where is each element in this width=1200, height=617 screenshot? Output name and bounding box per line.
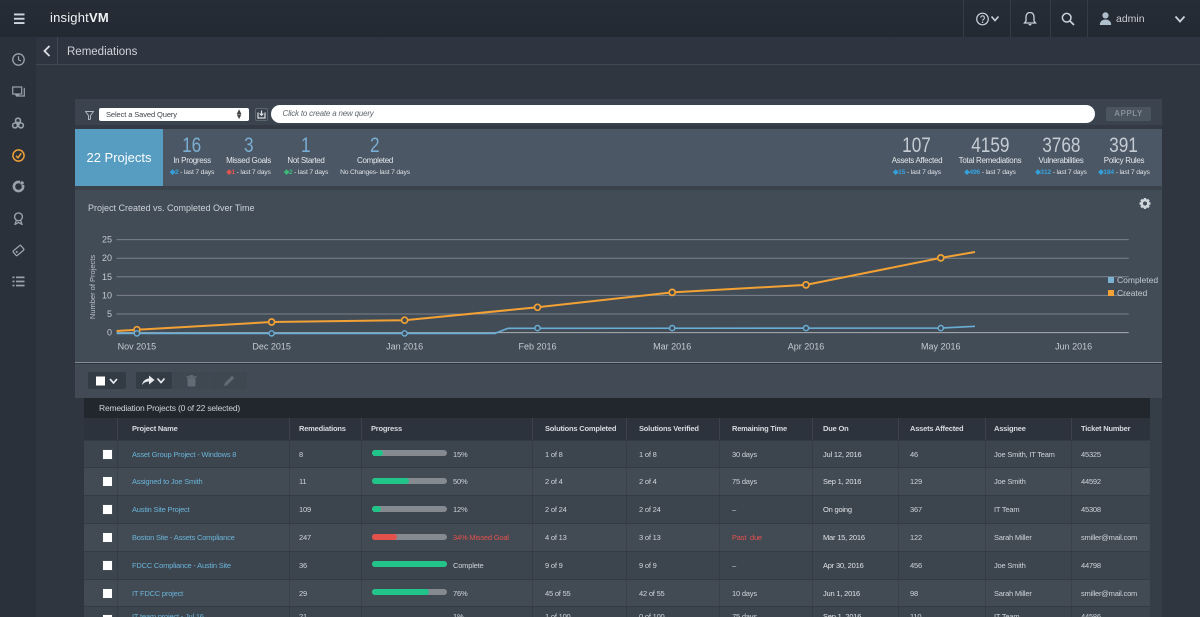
svg-text:25: 25 bbox=[102, 234, 112, 244]
svg-text:5: 5 bbox=[107, 309, 112, 319]
svg-text:20: 20 bbox=[102, 253, 112, 263]
svg-text:Created: Created bbox=[1117, 288, 1148, 298]
svg-text:10: 10 bbox=[102, 290, 112, 300]
svg-text:Number of Projects: Number of Projects bbox=[88, 254, 97, 318]
svg-text:15: 15 bbox=[102, 271, 112, 281]
svg-text:Mar 2016: Mar 2016 bbox=[653, 341, 691, 351]
svg-text:Feb 2016: Feb 2016 bbox=[518, 341, 556, 351]
svg-text:Apr 2016: Apr 2016 bbox=[788, 341, 825, 351]
svg-text:May 2016: May 2016 bbox=[921, 341, 961, 351]
svg-text:Jun 2016: Jun 2016 bbox=[1055, 341, 1092, 351]
svg-text:Completed: Completed bbox=[1117, 275, 1158, 285]
svg-text:Nov 2015: Nov 2015 bbox=[118, 341, 157, 351]
svg-text:Jan 2016: Jan 2016 bbox=[386, 341, 423, 351]
svg-text:Dec 2015: Dec 2015 bbox=[252, 341, 291, 351]
svg-text:0: 0 bbox=[107, 327, 112, 337]
